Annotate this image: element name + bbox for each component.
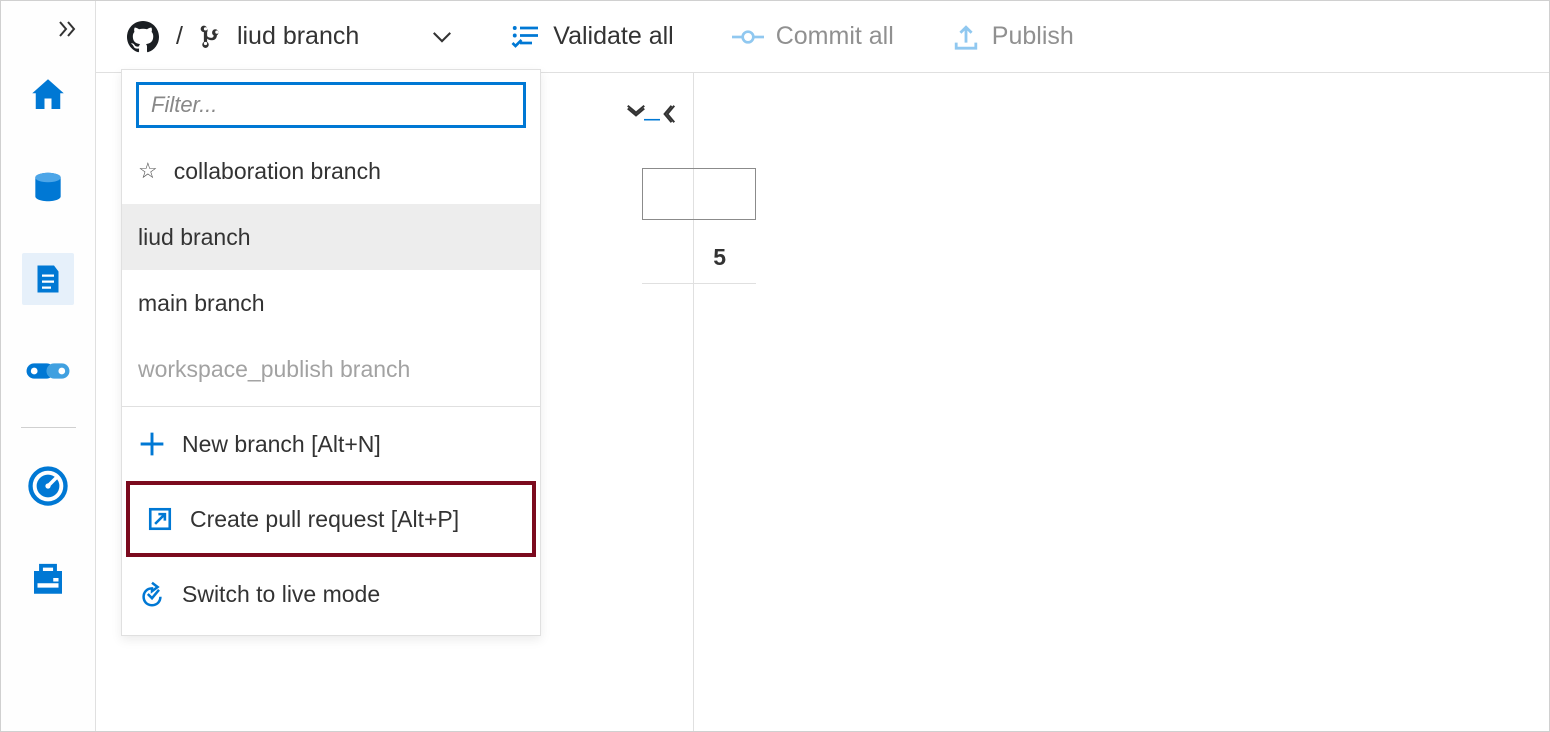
commit-all-label: Commit all [776, 22, 894, 51]
dropdown-item-label: collaboration branch [174, 158, 381, 185]
commit-all-button[interactable]: Commit all [732, 22, 894, 51]
sidebar-item-data[interactable] [22, 161, 74, 213]
sidebar-expand-icon[interactable] [1, 19, 95, 39]
sidebar-item-monitor[interactable] [22, 460, 74, 512]
dropdown-collab-branch[interactable]: ☆ collaboration branch [122, 138, 540, 204]
validate-all-button[interactable]: Validate all [511, 22, 673, 51]
background-divider [642, 283, 756, 284]
dropdown-main-branch[interactable]: main branch [122, 270, 540, 336]
dropdown-item-label: Switch to live mode [182, 581, 380, 608]
publish-button[interactable]: Publish [952, 22, 1074, 51]
branch-selector-label: liud branch [237, 22, 359, 51]
chevron-down-icon [431, 26, 453, 48]
sidebar-divider [21, 427, 76, 428]
dropdown-item-label: liud branch [138, 224, 251, 251]
dropdown-new-branch[interactable]: New branch [Alt+N] [122, 411, 540, 477]
publish-label: Publish [992, 22, 1074, 51]
left-sidebar [1, 1, 96, 731]
branch-filter-input[interactable] [136, 82, 526, 128]
dropdown-item-label: New branch [Alt+N] [182, 431, 381, 458]
dropdown-item-label: workspace_publish branch [138, 356, 410, 383]
star-icon: ☆ [138, 158, 158, 184]
dropdown-create-pr[interactable]: Create pull request [Alt+P] [126, 481, 536, 557]
github-icon[interactable] [126, 20, 160, 54]
commit-icon [732, 25, 764, 49]
validate-all-label: Validate all [553, 22, 673, 51]
dropdown-item-label: Create pull request [Alt+P] [190, 506, 459, 533]
dropdown-selected-branch[interactable]: liud branch [122, 204, 540, 270]
main-area: / liud branch Validate all C [96, 1, 1549, 731]
sidebar-item-develop[interactable] [22, 253, 74, 305]
background-input-box[interactable] [642, 168, 756, 220]
dropdown-switch-live[interactable]: Switch to live mode [122, 561, 540, 627]
branch-dropdown: ☆ collaboration branch liud branch main … [121, 69, 541, 636]
pane-collapse-icons[interactable] [625, 103, 677, 125]
sidebar-item-manage[interactable] [22, 552, 74, 604]
checklist-icon [511, 23, 541, 51]
left-pane: — 5 ☆ collaboration branch liud branch [96, 73, 694, 731]
breadcrumb-separator: / [176, 22, 183, 51]
publish-icon [952, 23, 980, 51]
branch-selector[interactable]: liud branch [199, 22, 453, 51]
background-number: 5 [642, 244, 756, 271]
top-toolbar: / liud branch Validate all C [96, 1, 1549, 73]
dropdown-divider [122, 406, 540, 407]
right-pane [694, 73, 1549, 731]
dropdown-publish-branch: workspace_publish branch [122, 336, 540, 402]
plus-icon [138, 431, 166, 457]
switch-icon [138, 580, 166, 608]
git-branch-icon [199, 24, 225, 50]
open-external-icon [146, 506, 174, 532]
content-row: — 5 ☆ collaboration branch liud branch [96, 73, 1549, 731]
sidebar-item-home[interactable] [22, 69, 74, 121]
sidebar-item-integrate[interactable] [22, 345, 74, 397]
dropdown-item-label: main branch [138, 290, 265, 317]
